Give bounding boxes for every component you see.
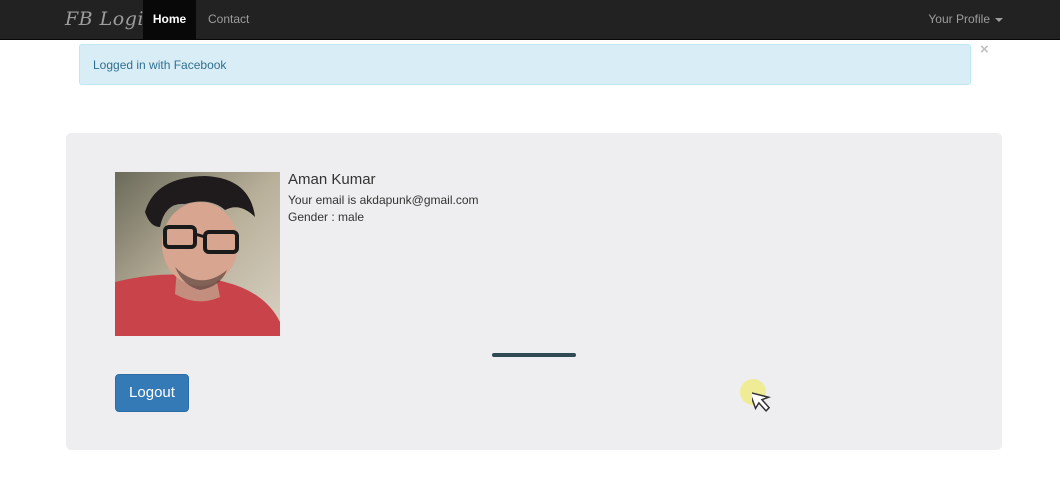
- alert-message: Logged in with Facebook: [93, 58, 227, 72]
- profile-panel: Aman Kumar Your email is akdapunk@gmail.…: [66, 133, 1002, 450]
- profile-dropdown-label: Your Profile: [928, 12, 990, 26]
- caret-down-icon: [995, 17, 1003, 22]
- logout-button[interactable]: Logout: [115, 374, 189, 412]
- loading-bar: [492, 353, 576, 357]
- profile-gender: Gender : male: [288, 210, 365, 224]
- profile-name: Aman Kumar: [288, 171, 376, 188]
- avatar: [115, 172, 280, 336]
- mouse-pointer-icon: [752, 391, 772, 413]
- login-alert: Logged in with Facebook: [79, 44, 971, 85]
- profile-email: Your email is akdapunk@gmail.com: [288, 193, 479, 207]
- close-icon[interactable]: ×: [980, 42, 989, 58]
- profile-dropdown[interactable]: Your Profile: [928, 0, 1003, 39]
- nav-contact[interactable]: Contact: [208, 0, 249, 39]
- nav-home[interactable]: Home: [143, 0, 196, 39]
- top-navbar: FB Login Home Contact Your Profile: [0, 0, 1060, 40]
